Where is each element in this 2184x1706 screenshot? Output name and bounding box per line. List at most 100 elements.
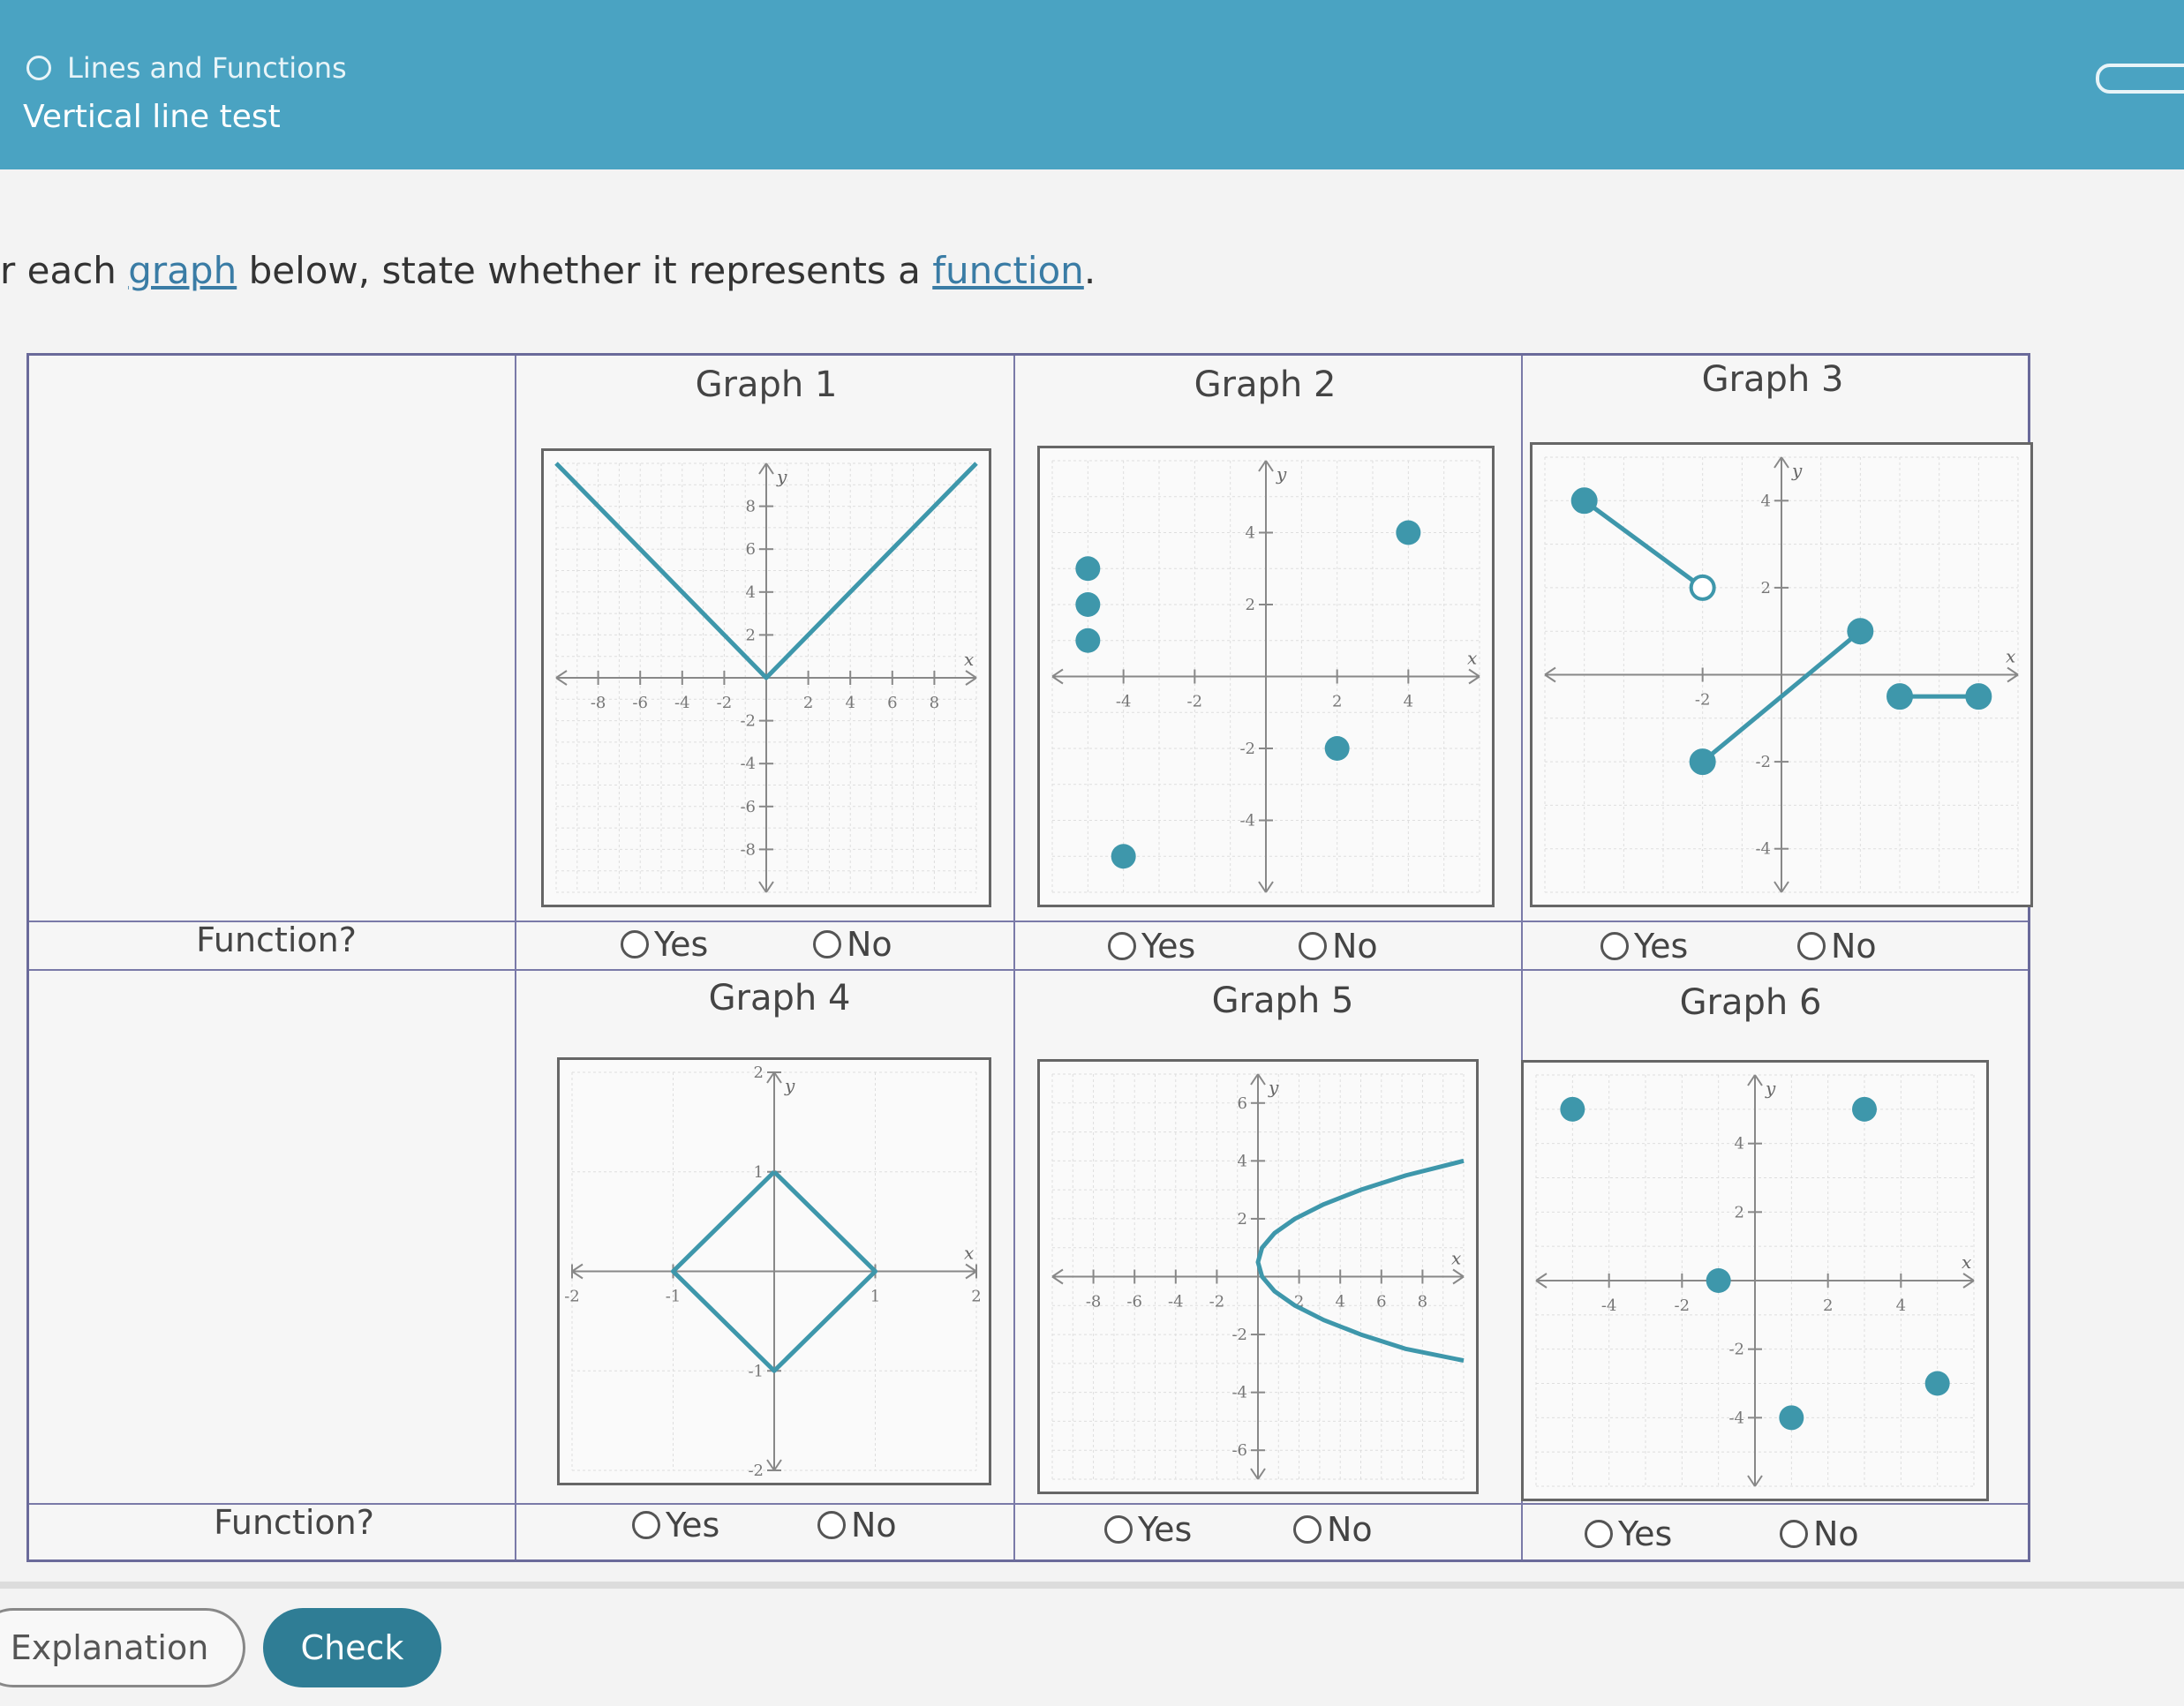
x-tick-label: 4 (1335, 1293, 1344, 1311)
divider (0, 1582, 2184, 1589)
graph-1-no[interactable]: No (813, 925, 892, 964)
radio-icon[interactable] (632, 1511, 660, 1539)
graph-6-title: Graph 6 (1679, 982, 1822, 1023)
breadcrumb[interactable]: Lines and Functions (26, 51, 347, 85)
graph-4-no[interactable]: No (817, 1506, 897, 1544)
x-axis-label: x (1467, 648, 1477, 669)
graph-4-title: Graph 4 (708, 978, 851, 1018)
x-axis-label: x (1451, 1248, 1461, 1269)
x-tick-label: -6 (1126, 1293, 1142, 1311)
x-tick-label: -2 (1675, 1296, 1691, 1315)
x-tick-label: 4 (1404, 693, 1413, 711)
instruction-text: r each graph below, state whether it rep… (0, 249, 1096, 292)
x-tick-label: -2 (1695, 691, 1711, 710)
x-tick-label: -2 (1209, 1293, 1225, 1311)
graph-1-svg: x y -8 -6 -4 -2 2 4 6 8 -8 -6 -4 -2 2 4 6 8 (554, 462, 978, 893)
graph-4-plot: x y -2 -1 1 2 -2 -1 1 2 (557, 1057, 991, 1485)
closed-endpoint (1847, 618, 1874, 645)
data-point (1560, 1096, 1585, 1122)
x-axis-label: x (964, 649, 974, 670)
x-tick-label: 2 (803, 694, 813, 712)
graph-1-title: Graph 1 (695, 364, 838, 405)
y-tick-label: 4 (1761, 492, 1771, 510)
y-tick-label: 4 (1735, 1135, 1744, 1154)
y-tick-label: 8 (746, 498, 756, 516)
no-label: No (851, 1506, 897, 1544)
radio-icon[interactable] (1104, 1515, 1133, 1544)
data-point (1324, 736, 1350, 761)
graph-4-yes[interactable]: Yes (632, 1506, 719, 1544)
header-toggle[interactable] (2096, 64, 2184, 94)
x-tick-label: -6 (632, 694, 648, 712)
open-endpoint (1689, 574, 1716, 601)
no-label: No (1327, 1510, 1373, 1549)
check-button[interactable]: Check (263, 1608, 441, 1687)
radio-icon[interactable] (1585, 1520, 1613, 1548)
graph-2-svg: x y -4 -2 2 4 -4 -2 2 4 (1051, 460, 1480, 893)
graph-5-title: Graph 5 (1211, 981, 1354, 1021)
graph-5-no[interactable]: No (1293, 1510, 1373, 1549)
y-tick-label: -2 (1728, 1341, 1744, 1359)
x-tick-label: -1 (666, 1288, 682, 1306)
yes-label: Yes (1138, 1510, 1193, 1549)
function-label-row2: Function? (214, 1503, 374, 1542)
explanation-button[interactable]: Explanation (0, 1608, 245, 1687)
yes-label: Yes (1141, 927, 1196, 966)
x-tick-label: 4 (845, 694, 855, 712)
y-axis-label: y (776, 466, 787, 487)
function-link[interactable]: function (932, 249, 1084, 292)
graph-table: Graph 1 Graph 2 Graph 3 Graph 4 Graph 5 … (26, 353, 2033, 1562)
instruction-middle: below, state whether it represents a (237, 249, 933, 292)
y-tick-label: -6 (740, 798, 756, 816)
closed-endpoint (1570, 487, 1598, 515)
divider (1013, 356, 1015, 1559)
x-tick-label: -4 (1168, 1293, 1184, 1311)
data-point (1075, 592, 1101, 617)
breadcrumb-label: Lines and Functions (67, 51, 347, 85)
radio-icon[interactable] (1293, 1515, 1322, 1544)
x-tick-label: 2 (1332, 693, 1342, 711)
radio-icon[interactable] (1299, 932, 1327, 960)
x-tick-label: -2 (564, 1288, 580, 1306)
no-label: No (847, 925, 892, 964)
x-tick-label: 8 (1418, 1293, 1427, 1311)
y-axis-label: y (1276, 463, 1287, 485)
graph-3-no[interactable]: No (1797, 927, 1877, 966)
radio-icon[interactable] (1600, 932, 1629, 960)
radio-icon[interactable] (1780, 1520, 1808, 1548)
divider (29, 969, 2028, 971)
radio-icon[interactable] (817, 1511, 846, 1539)
data-point (1075, 556, 1101, 582)
graph-link[interactable]: graph (128, 249, 237, 292)
y-tick-label: -4 (1239, 812, 1255, 830)
graph-1-yes[interactable]: Yes (621, 925, 708, 964)
graph-2-no[interactable]: No (1299, 927, 1378, 966)
x-tick-label: 1 (870, 1288, 880, 1306)
graph-1-plot: x y -8 -6 -4 -2 2 4 6 8 -8 -6 -4 -2 2 4 6 8 (541, 448, 991, 907)
y-tick-label: 6 (1238, 1094, 1247, 1113)
x-axis-label: x (2006, 646, 2015, 667)
x-tick-label: 6 (1376, 1293, 1386, 1311)
y-tick-label: -4 (1755, 840, 1771, 859)
function-label-row1: Function? (196, 921, 357, 959)
radio-icon[interactable] (1797, 932, 1826, 960)
graph-3-yes[interactable]: Yes (1600, 927, 1688, 966)
graph-5-yes[interactable]: Yes (1104, 1510, 1192, 1549)
yes-label: Yes (1634, 927, 1689, 966)
graph-6-no[interactable]: No (1780, 1514, 1859, 1553)
graph-6-svg: x y -4 -2 2 4 -4 -2 2 4 (1535, 1074, 1975, 1487)
y-tick-label: -8 (740, 840, 756, 859)
data-point (1779, 1405, 1804, 1431)
radio-icon[interactable] (813, 930, 841, 958)
y-tick-label: -4 (740, 755, 756, 773)
graph-3-title: Graph 3 (1701, 359, 1844, 400)
radio-icon[interactable] (1108, 932, 1136, 960)
graph-2-yes[interactable]: Yes (1108, 927, 1195, 966)
graph-6-yes[interactable]: Yes (1585, 1514, 1672, 1553)
closed-endpoint (1965, 683, 1992, 710)
data-point (1924, 1371, 1950, 1396)
circle-icon (26, 56, 51, 80)
radio-icon[interactable] (621, 930, 649, 958)
x-tick-label: -4 (1601, 1296, 1617, 1315)
data-point (1396, 520, 1421, 545)
